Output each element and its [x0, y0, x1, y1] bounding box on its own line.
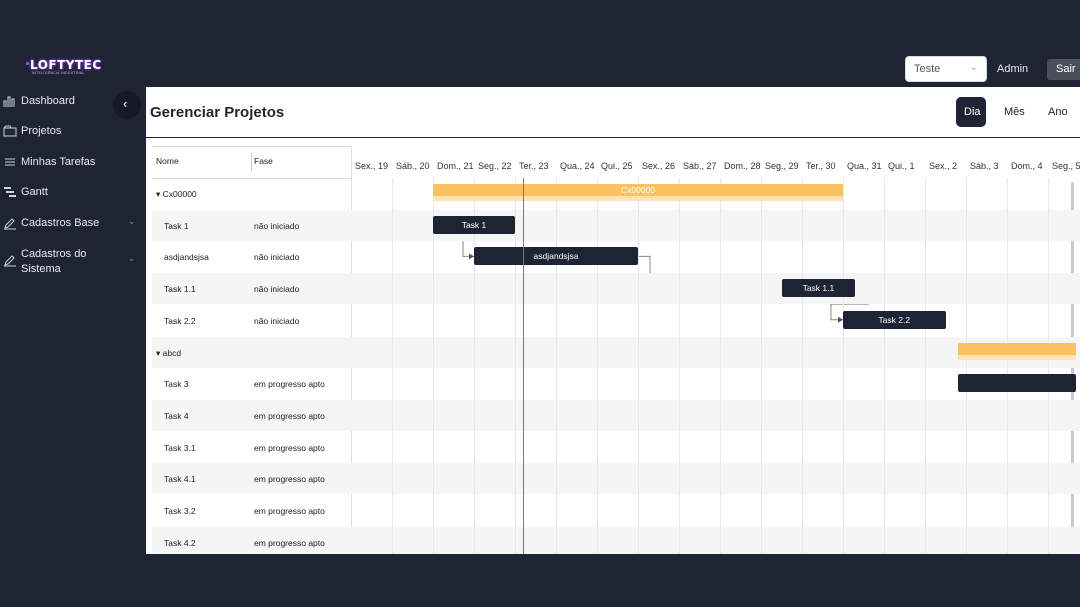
timeline-gridline — [556, 178, 557, 554]
sidebar-item-label: Dashboard — [21, 95, 75, 107]
sidebar-item-label: Cadastros Base — [21, 217, 100, 229]
timeline-date-label: Dom., 4 — [1011, 161, 1043, 171]
group-row-name[interactable]: ▾ abcd — [156, 348, 181, 359]
timeline-gridline — [843, 178, 844, 554]
group-row-name[interactable]: ▾ Cx00000 — [156, 189, 197, 200]
timeline-date-label: Sáb., 27 — [683, 161, 717, 171]
chevron-down-icon: ⌄ — [969, 62, 978, 73]
sidebar-item-label: Cadastros do Sistema — [21, 248, 87, 275]
timeline-date-label: Sáb., 20 — [396, 161, 430, 171]
edit-icon — [4, 218, 16, 230]
user-name[interactable]: Admin — [997, 63, 1028, 75]
timeline-gridline — [1048, 178, 1049, 554]
logo-mark-icon — [26, 62, 29, 65]
task-name[interactable]: Task 4.2 — [164, 538, 196, 548]
main-panel: Gerenciar Projetos Dia Mês Ano Nome Fase… — [146, 87, 1080, 554]
timeline-date-label: Seg., 29 — [765, 161, 799, 171]
timeline-date-label: Sáb., 3 — [970, 161, 999, 171]
timeline-gridline — [720, 178, 721, 554]
timeline-gridline — [761, 178, 762, 554]
task-name[interactable]: Task 4.1 — [164, 474, 196, 484]
task-phase: não iniciado — [254, 315, 300, 326]
task-name[interactable]: asdjandsjsa — [164, 252, 209, 262]
gantt-icon — [4, 187, 16, 197]
bar-chart-icon — [3, 96, 15, 107]
brand-name: LOFTYTEC — [30, 58, 102, 72]
timeline-gridline — [392, 178, 393, 554]
timeline-gridline — [966, 178, 967, 554]
task-phase: em progresso apto — [254, 379, 325, 390]
sidebar-item-projetos[interactable]: Projetos — [0, 119, 146, 145]
timeline-date-label: Dom., 21 — [437, 161, 474, 171]
task-name[interactable]: Task 1.1 — [164, 284, 196, 294]
task-name[interactable]: Task 3 — [164, 379, 189, 389]
task-phase: em progresso apto — [254, 442, 325, 453]
timeline-date-label: Qui., 1 — [888, 161, 915, 171]
timeline-gridline — [474, 178, 475, 554]
timeline-gridline — [884, 178, 885, 554]
timeline-date-label: Ter., 23 — [519, 161, 549, 171]
gantt-task-bar[interactable]: Task 2.2 — [843, 310, 946, 329]
chevron-down-icon: ⌄ — [128, 216, 136, 226]
logout-button[interactable]: Sair — [1047, 59, 1080, 80]
task-name[interactable]: Task 3.2 — [164, 506, 196, 516]
task-phase: não iniciado — [254, 284, 300, 295]
brand-logo: LOFTYTEC INTELIGÊNCIA INDUSTRIAL — [26, 58, 106, 78]
today-marker-line — [523, 178, 525, 554]
timeline-gridline — [638, 178, 639, 554]
timeline-date-label: Qua., 24 — [560, 161, 595, 171]
edit-icon — [4, 255, 16, 267]
task-name[interactable]: Task 1 — [164, 221, 189, 231]
timeline-gridline — [597, 178, 598, 554]
task-name[interactable]: Task 4 — [164, 411, 189, 421]
task-phase: em progresso apto — [254, 410, 325, 421]
chevron-down-icon: ⌄ — [128, 253, 136, 263]
timeline-gridline — [802, 178, 803, 554]
timeline-date-label: Ter., 30 — [806, 161, 836, 171]
gantt-task-bar[interactable]: Task 1 — [433, 215, 515, 234]
task-phase: não iniciado — [254, 220, 300, 231]
timeline-gridline — [925, 178, 926, 554]
task-name[interactable]: Task 3.1 — [164, 443, 196, 453]
timeline-gridline — [515, 178, 516, 554]
timeline-gridline — [679, 178, 680, 554]
sidebar-item-cadastros-base[interactable]: Cadastros Base ⌄ — [0, 211, 146, 237]
sidebar-item-label: Minhas Tarefas — [21, 156, 96, 168]
task-phase: não iniciado — [254, 252, 300, 263]
task-phase: em progresso apto — [254, 506, 325, 516]
timeline-date-label: Seg., 5 — [1052, 161, 1080, 171]
gantt-task-bar[interactable] — [957, 374, 1076, 393]
table-row[interactable] — [152, 336, 1080, 368]
task-phase: em progresso apto — [254, 474, 325, 485]
sidebar-item-label: Projetos — [21, 125, 62, 137]
timeline-date-label: Sex., 2 — [929, 161, 958, 171]
gantt-group-bar[interactable] — [957, 342, 1076, 360]
timeline-gridline — [1007, 178, 1008, 554]
task-name[interactable]: Task 2.2 — [164, 316, 196, 326]
list-icon — [5, 158, 15, 166]
task-phase: em progresso apto — [254, 537, 325, 548]
folder-icon — [3, 125, 17, 137]
brand-tagline: INTELIGÊNCIA INDUSTRIAL — [32, 71, 85, 75]
timeline-date-label: Qua., 31 — [847, 161, 882, 171]
sidebar-item-label: Gantt — [21, 186, 48, 198]
sidebar-item-cadastros-do-sistema[interactable]: Cadastros do Sistema ⌄ — [0, 241, 146, 281]
gantt-task-bar[interactable]: Task 1.1 — [781, 279, 856, 298]
sidebar-item-dashboard[interactable]: Dashboard — [0, 89, 146, 115]
sidebar-item-minhas-tarefas[interactable]: Minhas Tarefas — [0, 150, 146, 176]
timeline-date-label: Dom., 28 — [724, 161, 761, 171]
timeline-date-label: Qui., 25 — [601, 161, 633, 171]
gantt-task-bar[interactable]: asdjandsjsa — [474, 247, 638, 266]
project-select-value: Teste — [914, 63, 941, 75]
gantt-group-bar[interactable]: Cx00000 — [433, 184, 843, 201]
sidebar-item-gantt[interactable]: Gantt — [0, 180, 146, 206]
timeline-gridline — [433, 178, 434, 554]
project-select[interactable]: Teste ⌄ — [905, 56, 987, 82]
timeline-date-label: Sex., 26 — [642, 161, 676, 171]
timeline-date-label: Seg., 22 — [478, 161, 512, 171]
timeline-date-label: Sex., 19 — [355, 161, 389, 171]
